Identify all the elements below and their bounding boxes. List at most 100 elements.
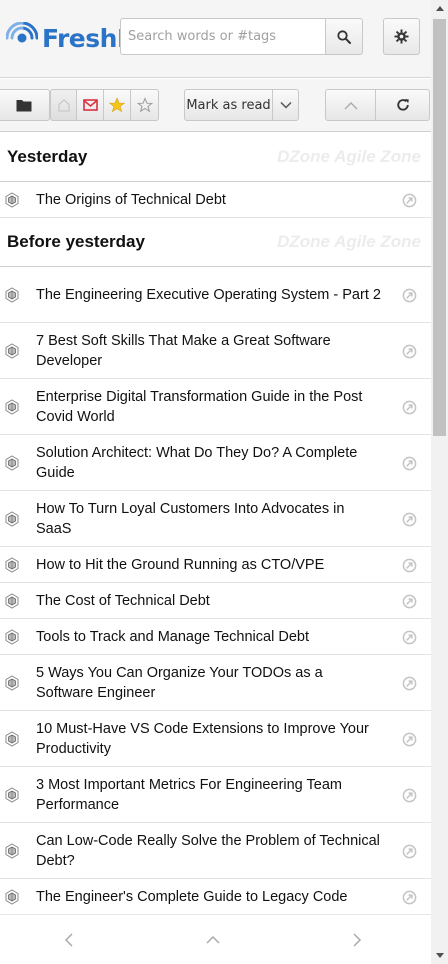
article-item[interactable]: Solution Architect: What Do They Do? A C… — [0, 435, 431, 491]
article-title[interactable]: 10 Must-Have VS Code Extensions to Impro… — [36, 719, 381, 759]
day-header-before-yesterday: Before yesterday DZone Agile Zone — [0, 218, 431, 267]
refresh-icon — [396, 99, 409, 111]
triangle-up-icon — [435, 6, 444, 11]
share-icon[interactable] — [402, 193, 417, 208]
go-to-top-button[interactable] — [200, 927, 226, 953]
share-icon[interactable] — [402, 558, 417, 573]
settings-button[interactable] — [383, 18, 420, 55]
feed-icon — [5, 556, 19, 573]
logo[interactable]: FreshR — [6, 20, 124, 56]
day-title: Before yesterday — [7, 232, 145, 251]
favorites-filter-button[interactable] — [104, 89, 131, 121]
article-list: Yesterday DZone Agile Zone The Origins o… — [0, 133, 431, 914]
feed-icon — [5, 286, 19, 303]
feed-source-watermark: DZone Agile Zone — [277, 232, 421, 251]
article-title[interactable]: The Engineering Executive Operating Syst… — [36, 285, 381, 305]
feed-icon — [5, 888, 19, 905]
article-item[interactable]: Can Low-Code Really Solve the Problem of… — [0, 823, 431, 879]
article-title[interactable]: Solution Architect: What Do They Do? A C… — [36, 443, 381, 483]
folder-button[interactable] — [0, 89, 50, 121]
search-icon — [337, 29, 351, 44]
folder-icon — [16, 100, 32, 112]
star-icon — [109, 97, 125, 113]
logo-text: FreshR — [42, 23, 124, 53]
mark-as-read-dropdown[interactable] — [272, 89, 299, 121]
share-icon[interactable] — [402, 344, 417, 359]
article-title[interactable]: Can Low-Code Really Solve the Problem of… — [36, 831, 381, 871]
article-item[interactable]: The Cost of Technical Debt — [0, 583, 431, 619]
scrollbar-thumb[interactable] — [433, 19, 446, 436]
chevron-up-icon — [206, 935, 220, 944]
scrollbar-up-arrow[interactable] — [431, 0, 448, 17]
article-item[interactable]: Enterprise Digital Transformation Guide … — [0, 379, 431, 435]
scrollbar[interactable] — [431, 0, 448, 964]
share-icon[interactable] — [402, 456, 417, 471]
feed-icon — [5, 592, 19, 609]
article-title[interactable]: Enterprise Digital Transformation Guide … — [36, 387, 381, 427]
non-favorites-filter-button[interactable] — [131, 89, 159, 121]
article-item[interactable]: 3 Most Important Metrics For Engineering… — [0, 767, 431, 823]
freshrss-logo-icon — [6, 22, 38, 43]
share-icon[interactable] — [402, 288, 417, 303]
feed-icon — [5, 730, 19, 747]
share-icon[interactable] — [402, 788, 417, 803]
feed-icon — [5, 786, 19, 803]
footer-nav — [0, 914, 431, 964]
article-title[interactable]: Tools to Track and Manage Technical Debt — [36, 627, 381, 647]
next-article-button[interactable] — [344, 927, 370, 953]
share-icon[interactable] — [402, 630, 417, 645]
gear-icon — [394, 29, 409, 44]
article-title[interactable]: The Cost of Technical Debt — [36, 591, 381, 611]
share-icon[interactable] — [402, 594, 417, 609]
article-item[interactable]: 7 Best Soft Skills That Make a Great Sof… — [0, 323, 431, 379]
feed-icon — [5, 628, 19, 645]
all-articles-button[interactable] — [50, 89, 77, 121]
scroll-up-button[interactable] — [325, 89, 376, 121]
feed-icon — [5, 342, 19, 359]
chevron-up-icon — [344, 101, 357, 109]
share-icon[interactable] — [402, 844, 417, 859]
feed-icon — [5, 454, 19, 471]
chevron-left-icon — [64, 933, 73, 947]
article-item[interactable]: How to Hit the Ground Running as CTO/VPE — [0, 547, 431, 583]
search-button[interactable] — [325, 18, 363, 55]
article-title[interactable]: 5 Ways You Can Organize Your TODOs as a … — [36, 663, 381, 703]
article-item[interactable]: 10 Must-Have VS Code Extensions to Impro… — [0, 711, 431, 767]
header: FreshR — [0, 0, 431, 78]
mail-icon — [82, 99, 98, 111]
article-title[interactable]: The Engineer's Complete Guide to Legacy … — [36, 887, 381, 907]
article-title[interactable]: 7 Best Soft Skills That Make a Great Sof… — [36, 331, 381, 371]
unread-filter-button[interactable] — [77, 89, 104, 121]
feed-icon — [5, 674, 19, 691]
chevron-down-icon — [279, 101, 292, 109]
share-icon[interactable] — [402, 676, 417, 691]
feed-source-watermark: DZone Agile Zone — [277, 147, 421, 166]
article-title[interactable]: How To Turn Loyal Customers Into Advocat… — [36, 499, 381, 539]
article-item[interactable]: The Engineering Executive Operating Syst… — [0, 267, 431, 323]
article-item[interactable]: The Engineer's Complete Guide to Legacy … — [0, 879, 431, 914]
article-title[interactable]: 3 Most Important Metrics For Engineering… — [36, 775, 381, 815]
article-item[interactable]: 5 Ways You Can Organize Your TODOs as a … — [0, 655, 431, 711]
share-icon[interactable] — [402, 512, 417, 527]
scrollbar-down-arrow[interactable] — [431, 947, 448, 964]
day-header-yesterday: Yesterday DZone Agile Zone — [0, 133, 431, 182]
feed-icon — [5, 510, 19, 527]
feed-icon — [5, 398, 19, 415]
feed-icon — [5, 842, 19, 859]
mark-as-read-button[interactable]: Mark as read — [184, 89, 273, 121]
article-item[interactable]: Tools to Track and Manage Technical Debt — [0, 619, 431, 655]
star-outline-icon — [136, 97, 153, 113]
share-icon[interactable] — [402, 890, 417, 905]
search-input[interactable] — [120, 18, 326, 55]
article-item[interactable]: The Origins of Technical Debt — [0, 182, 431, 218]
article-title[interactable]: The Origins of Technical Debt — [36, 190, 381, 210]
chevron-right-icon — [353, 933, 362, 947]
article-title[interactable]: How to Hit the Ground Running as CTO/VPE — [36, 555, 381, 575]
article-item[interactable]: How To Turn Loyal Customers Into Advocat… — [0, 491, 431, 547]
triangle-down-icon — [435, 953, 444, 958]
share-icon[interactable] — [402, 400, 417, 415]
home-icon — [57, 99, 70, 112]
previous-article-button[interactable] — [56, 927, 82, 953]
share-icon[interactable] — [402, 732, 417, 747]
refresh-button[interactable] — [375, 89, 430, 121]
